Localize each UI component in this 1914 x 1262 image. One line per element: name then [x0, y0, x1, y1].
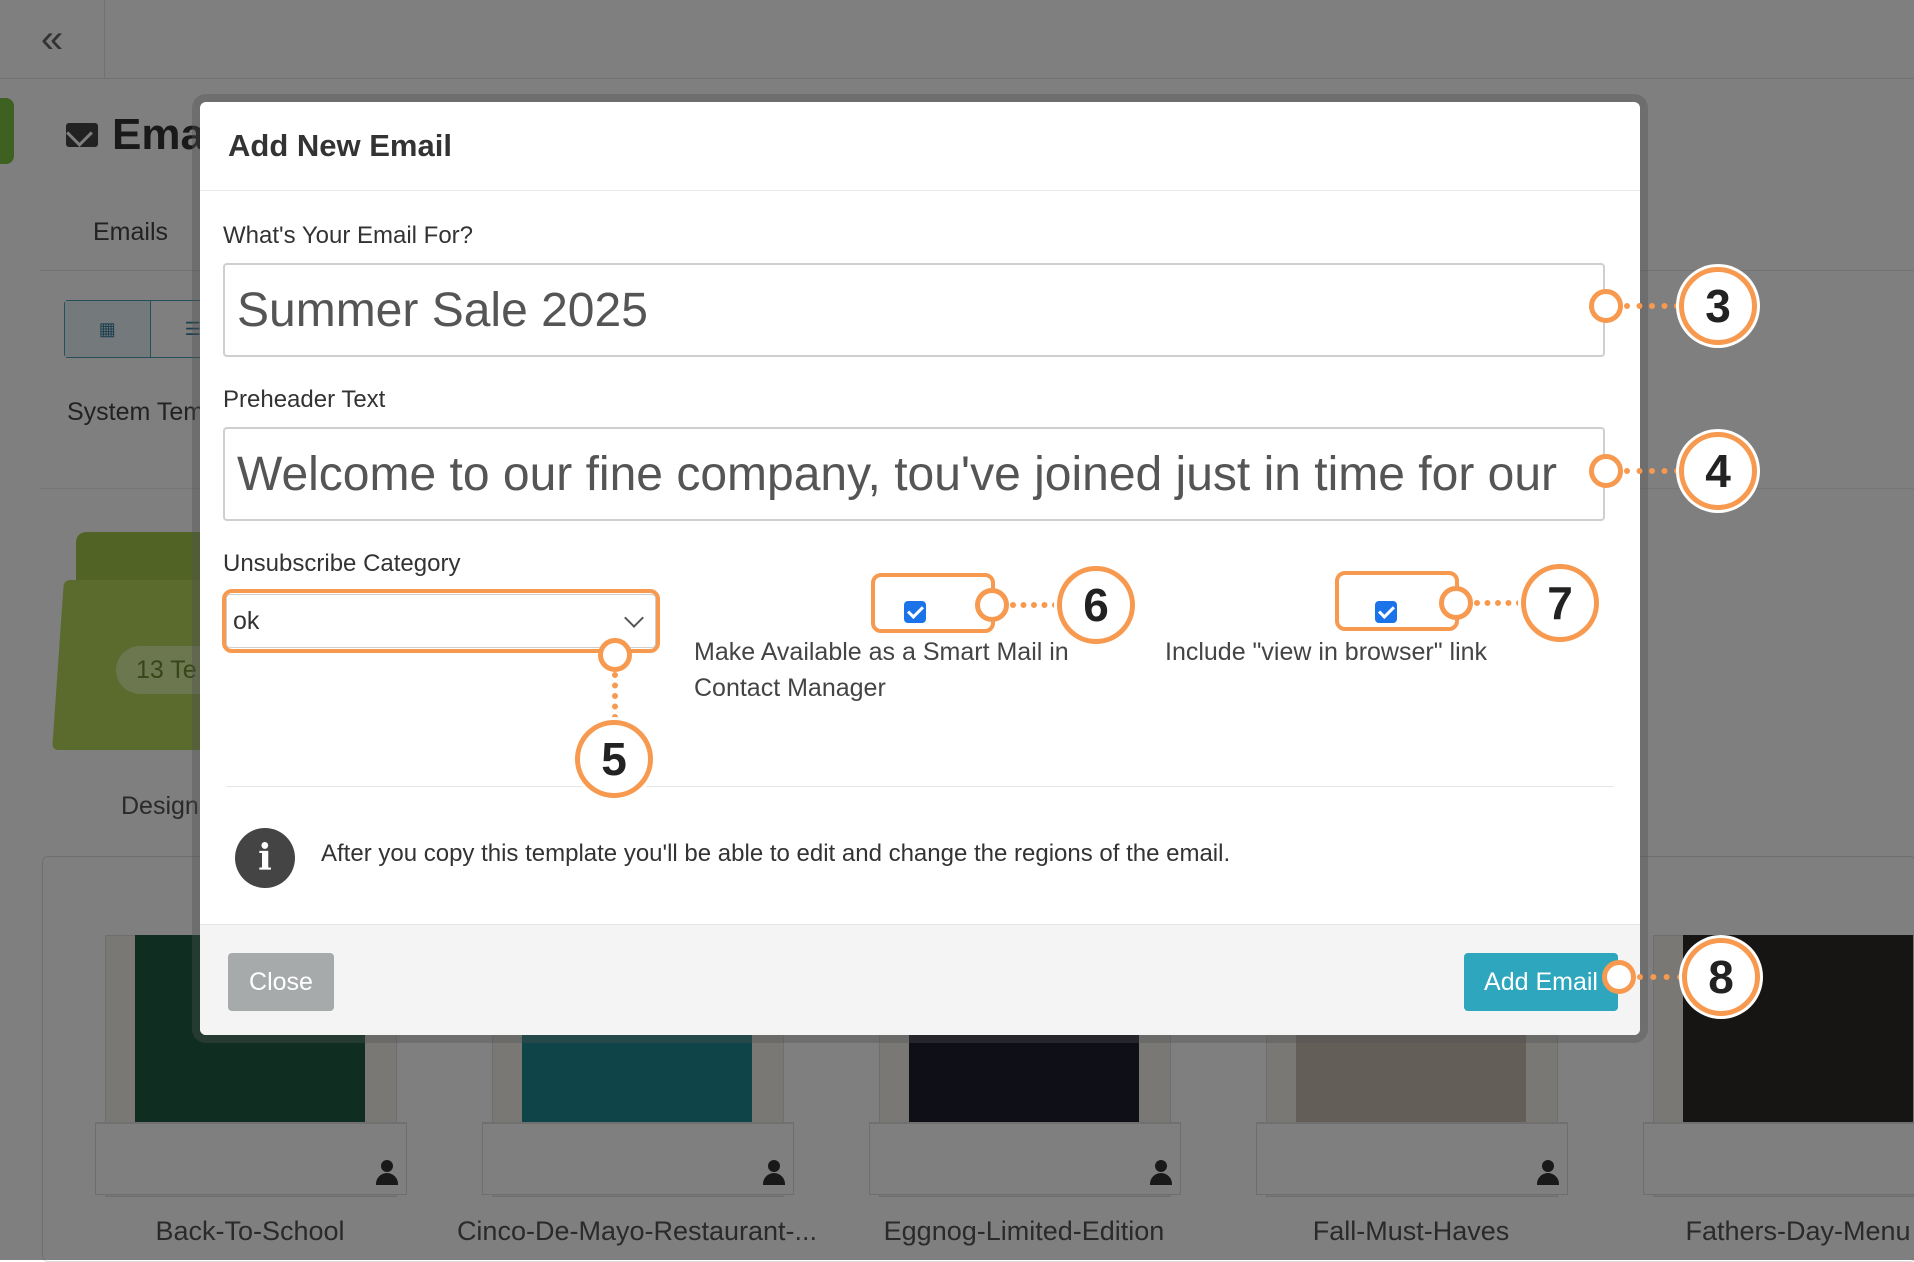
- email-for-label: What's Your Email For?: [223, 222, 474, 249]
- callout-connector: [1010, 602, 1058, 608]
- callout-badge-8: 8: [1682, 938, 1760, 1016]
- unsubscribe-category-label: Unsubscribe Category: [223, 550, 461, 577]
- callout-badge-5: 5: [575, 720, 653, 798]
- smart-mail-label: Make Available as a Smart Mail in Contac…: [694, 638, 1069, 702]
- email-for-input[interactable]: [223, 263, 1605, 357]
- callout-connector: [1637, 974, 1683, 980]
- callout-anchor: [1589, 454, 1623, 488]
- callout-connector: [1474, 600, 1522, 606]
- callout-connector: [1624, 303, 1680, 309]
- callout-anchor: [1602, 960, 1636, 994]
- close-button[interactable]: Close: [228, 953, 334, 1011]
- callout-anchor: [1439, 586, 1473, 620]
- callout-badge-7: 7: [1521, 564, 1599, 642]
- callout-anchor: [1589, 289, 1623, 323]
- callout-highlight-select: [222, 589, 660, 653]
- modal-header: Add New Email: [200, 102, 1640, 191]
- info-icon: i: [235, 828, 295, 888]
- modal-title: Add New Email: [228, 128, 452, 163]
- callout-badge-3: 3: [1679, 267, 1757, 345]
- modal-divider: [226, 786, 1614, 787]
- modal-footer: Close Add Email: [200, 924, 1640, 1035]
- preheader-input[interactable]: [223, 427, 1605, 521]
- add-email-button[interactable]: Add Email: [1464, 953, 1618, 1011]
- preheader-label: Preheader Text: [223, 386, 386, 413]
- info-text: After you copy this template you'll be a…: [321, 840, 1231, 867]
- callout-connector: [612, 672, 618, 720]
- callout-connector: [1624, 468, 1680, 474]
- callout-anchor: [598, 638, 632, 672]
- view-in-browser-label: Include "view in browser" link: [1165, 638, 1488, 666]
- add-new-email-dialog: Add New Email What's Your Email For? Pre…: [200, 102, 1640, 1035]
- callout-anchor: [975, 588, 1009, 622]
- callout-badge-4: 4: [1679, 432, 1757, 510]
- callout-badge-6: 6: [1057, 566, 1135, 644]
